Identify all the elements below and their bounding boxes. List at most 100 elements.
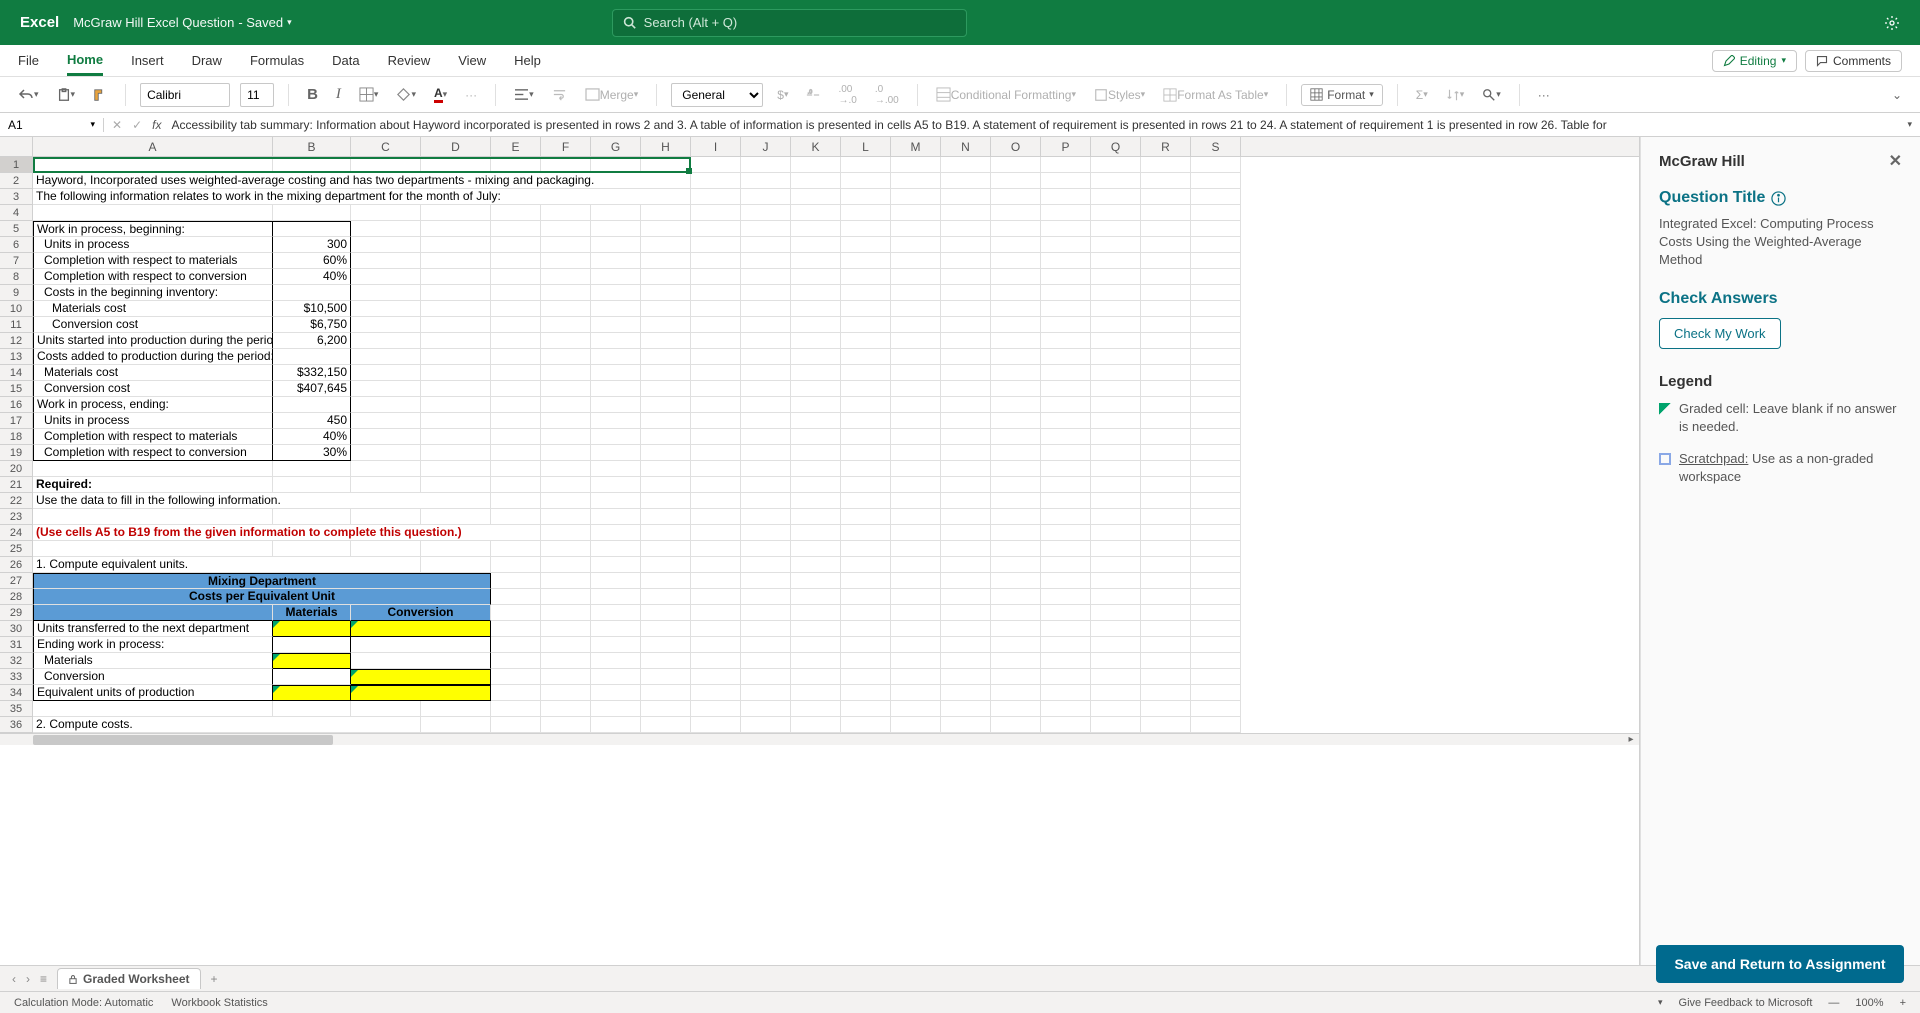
cell[interactable] bbox=[991, 157, 1041, 173]
cell[interactable] bbox=[1041, 573, 1091, 589]
cell[interactable] bbox=[941, 429, 991, 445]
cell[interactable] bbox=[641, 541, 691, 557]
cell[interactable] bbox=[491, 637, 541, 653]
cell[interactable] bbox=[891, 173, 941, 189]
row-header[interactable]: 8 bbox=[0, 269, 32, 285]
cell[interactable] bbox=[351, 653, 491, 669]
cell[interactable] bbox=[541, 285, 591, 301]
cell[interactable] bbox=[273, 653, 351, 669]
cell[interactable] bbox=[941, 205, 991, 221]
row-header[interactable]: 25 bbox=[0, 541, 32, 557]
cell[interactable] bbox=[791, 461, 841, 477]
cell[interactable] bbox=[1091, 477, 1141, 493]
cell[interactable] bbox=[351, 541, 421, 557]
close-panel-icon[interactable]: ✕ bbox=[1889, 151, 1902, 171]
row-header[interactable]: 7 bbox=[0, 253, 32, 269]
cell[interactable] bbox=[421, 269, 491, 285]
cell[interactable] bbox=[1041, 445, 1091, 461]
column-header[interactable]: A bbox=[33, 137, 273, 156]
cell[interactable] bbox=[541, 717, 591, 733]
cell[interactable] bbox=[491, 717, 541, 733]
cell[interactable] bbox=[1091, 717, 1141, 733]
column-header[interactable]: E bbox=[491, 137, 541, 156]
row-header[interactable]: 33 bbox=[0, 669, 32, 685]
cell[interactable] bbox=[791, 333, 841, 349]
cell[interactable] bbox=[841, 445, 891, 461]
cell[interactable] bbox=[541, 701, 591, 717]
cell[interactable] bbox=[791, 429, 841, 445]
cell[interactable] bbox=[541, 381, 591, 397]
cell[interactable] bbox=[991, 621, 1041, 637]
cell[interactable] bbox=[1191, 541, 1241, 557]
cell[interactable] bbox=[891, 189, 941, 205]
cell[interactable] bbox=[591, 685, 641, 701]
cell[interactable] bbox=[33, 157, 273, 173]
cell[interactable] bbox=[1141, 685, 1191, 701]
cell[interactable] bbox=[273, 621, 351, 637]
cell[interactable] bbox=[991, 285, 1041, 301]
cell[interactable] bbox=[1091, 221, 1141, 237]
cell[interactable] bbox=[421, 237, 491, 253]
cell[interactable]: Required: bbox=[33, 477, 273, 493]
row-header[interactable]: 24 bbox=[0, 525, 32, 541]
cell[interactable] bbox=[273, 285, 351, 301]
cell[interactable] bbox=[1141, 221, 1191, 237]
cell[interactable] bbox=[891, 461, 941, 477]
cell[interactable] bbox=[1191, 701, 1241, 717]
cell[interactable] bbox=[273, 221, 351, 237]
cell[interactable] bbox=[691, 461, 741, 477]
column-header[interactable]: M bbox=[891, 137, 941, 156]
column-header[interactable]: R bbox=[1141, 137, 1191, 156]
row-header[interactable]: 16 bbox=[0, 397, 32, 413]
cell[interactable] bbox=[541, 253, 591, 269]
cell[interactable] bbox=[1191, 317, 1241, 333]
scroll-right-icon[interactable]: ▸ bbox=[1623, 734, 1639, 745]
cell[interactable] bbox=[541, 397, 591, 413]
cell[interactable] bbox=[741, 525, 791, 541]
cell[interactable] bbox=[991, 333, 1041, 349]
cell[interactable] bbox=[991, 541, 1041, 557]
row-header[interactable]: 34 bbox=[0, 685, 32, 701]
cell[interactable] bbox=[491, 157, 541, 173]
cell[interactable] bbox=[591, 269, 641, 285]
cell[interactable] bbox=[421, 541, 491, 557]
cell[interactable] bbox=[1041, 253, 1091, 269]
cell[interactable] bbox=[1041, 397, 1091, 413]
cell[interactable] bbox=[273, 477, 351, 493]
cell[interactable]: Mixing Department bbox=[33, 573, 491, 589]
cell[interactable] bbox=[1091, 653, 1141, 669]
cell[interactable] bbox=[891, 637, 941, 653]
cell[interactable] bbox=[1041, 701, 1091, 717]
cell[interactable] bbox=[541, 461, 591, 477]
cell[interactable] bbox=[591, 413, 641, 429]
cell[interactable] bbox=[991, 525, 1041, 541]
column-header[interactable]: O bbox=[991, 137, 1041, 156]
cell[interactable] bbox=[841, 429, 891, 445]
cell[interactable] bbox=[791, 701, 841, 717]
cell[interactable]: Materials cost bbox=[33, 365, 273, 381]
cell[interactable] bbox=[421, 253, 491, 269]
cell[interactable] bbox=[541, 637, 591, 653]
cell[interactable] bbox=[1141, 413, 1191, 429]
cell[interactable] bbox=[991, 461, 1041, 477]
cell[interactable] bbox=[891, 589, 941, 605]
cell[interactable]: Units in process bbox=[33, 237, 273, 253]
cell[interactable] bbox=[891, 429, 941, 445]
cell[interactable] bbox=[941, 237, 991, 253]
cell[interactable] bbox=[891, 349, 941, 365]
cell[interactable] bbox=[541, 317, 591, 333]
cell[interactable] bbox=[1041, 557, 1091, 573]
column-header[interactable]: G bbox=[591, 137, 641, 156]
cell[interactable] bbox=[1191, 157, 1241, 173]
fill-color-button[interactable]: ▾ bbox=[392, 85, 420, 104]
prev-sheet-icon[interactable]: ‹ bbox=[12, 972, 16, 986]
cell[interactable] bbox=[791, 445, 841, 461]
cell[interactable] bbox=[841, 285, 891, 301]
cell[interactable] bbox=[1191, 637, 1241, 653]
cell[interactable]: Completion with respect to conversion bbox=[33, 445, 273, 461]
cell[interactable] bbox=[1141, 205, 1191, 221]
cell[interactable]: $407,645 bbox=[273, 381, 351, 397]
cell[interactable] bbox=[491, 237, 541, 253]
cell[interactable] bbox=[591, 397, 641, 413]
cell[interactable] bbox=[741, 573, 791, 589]
